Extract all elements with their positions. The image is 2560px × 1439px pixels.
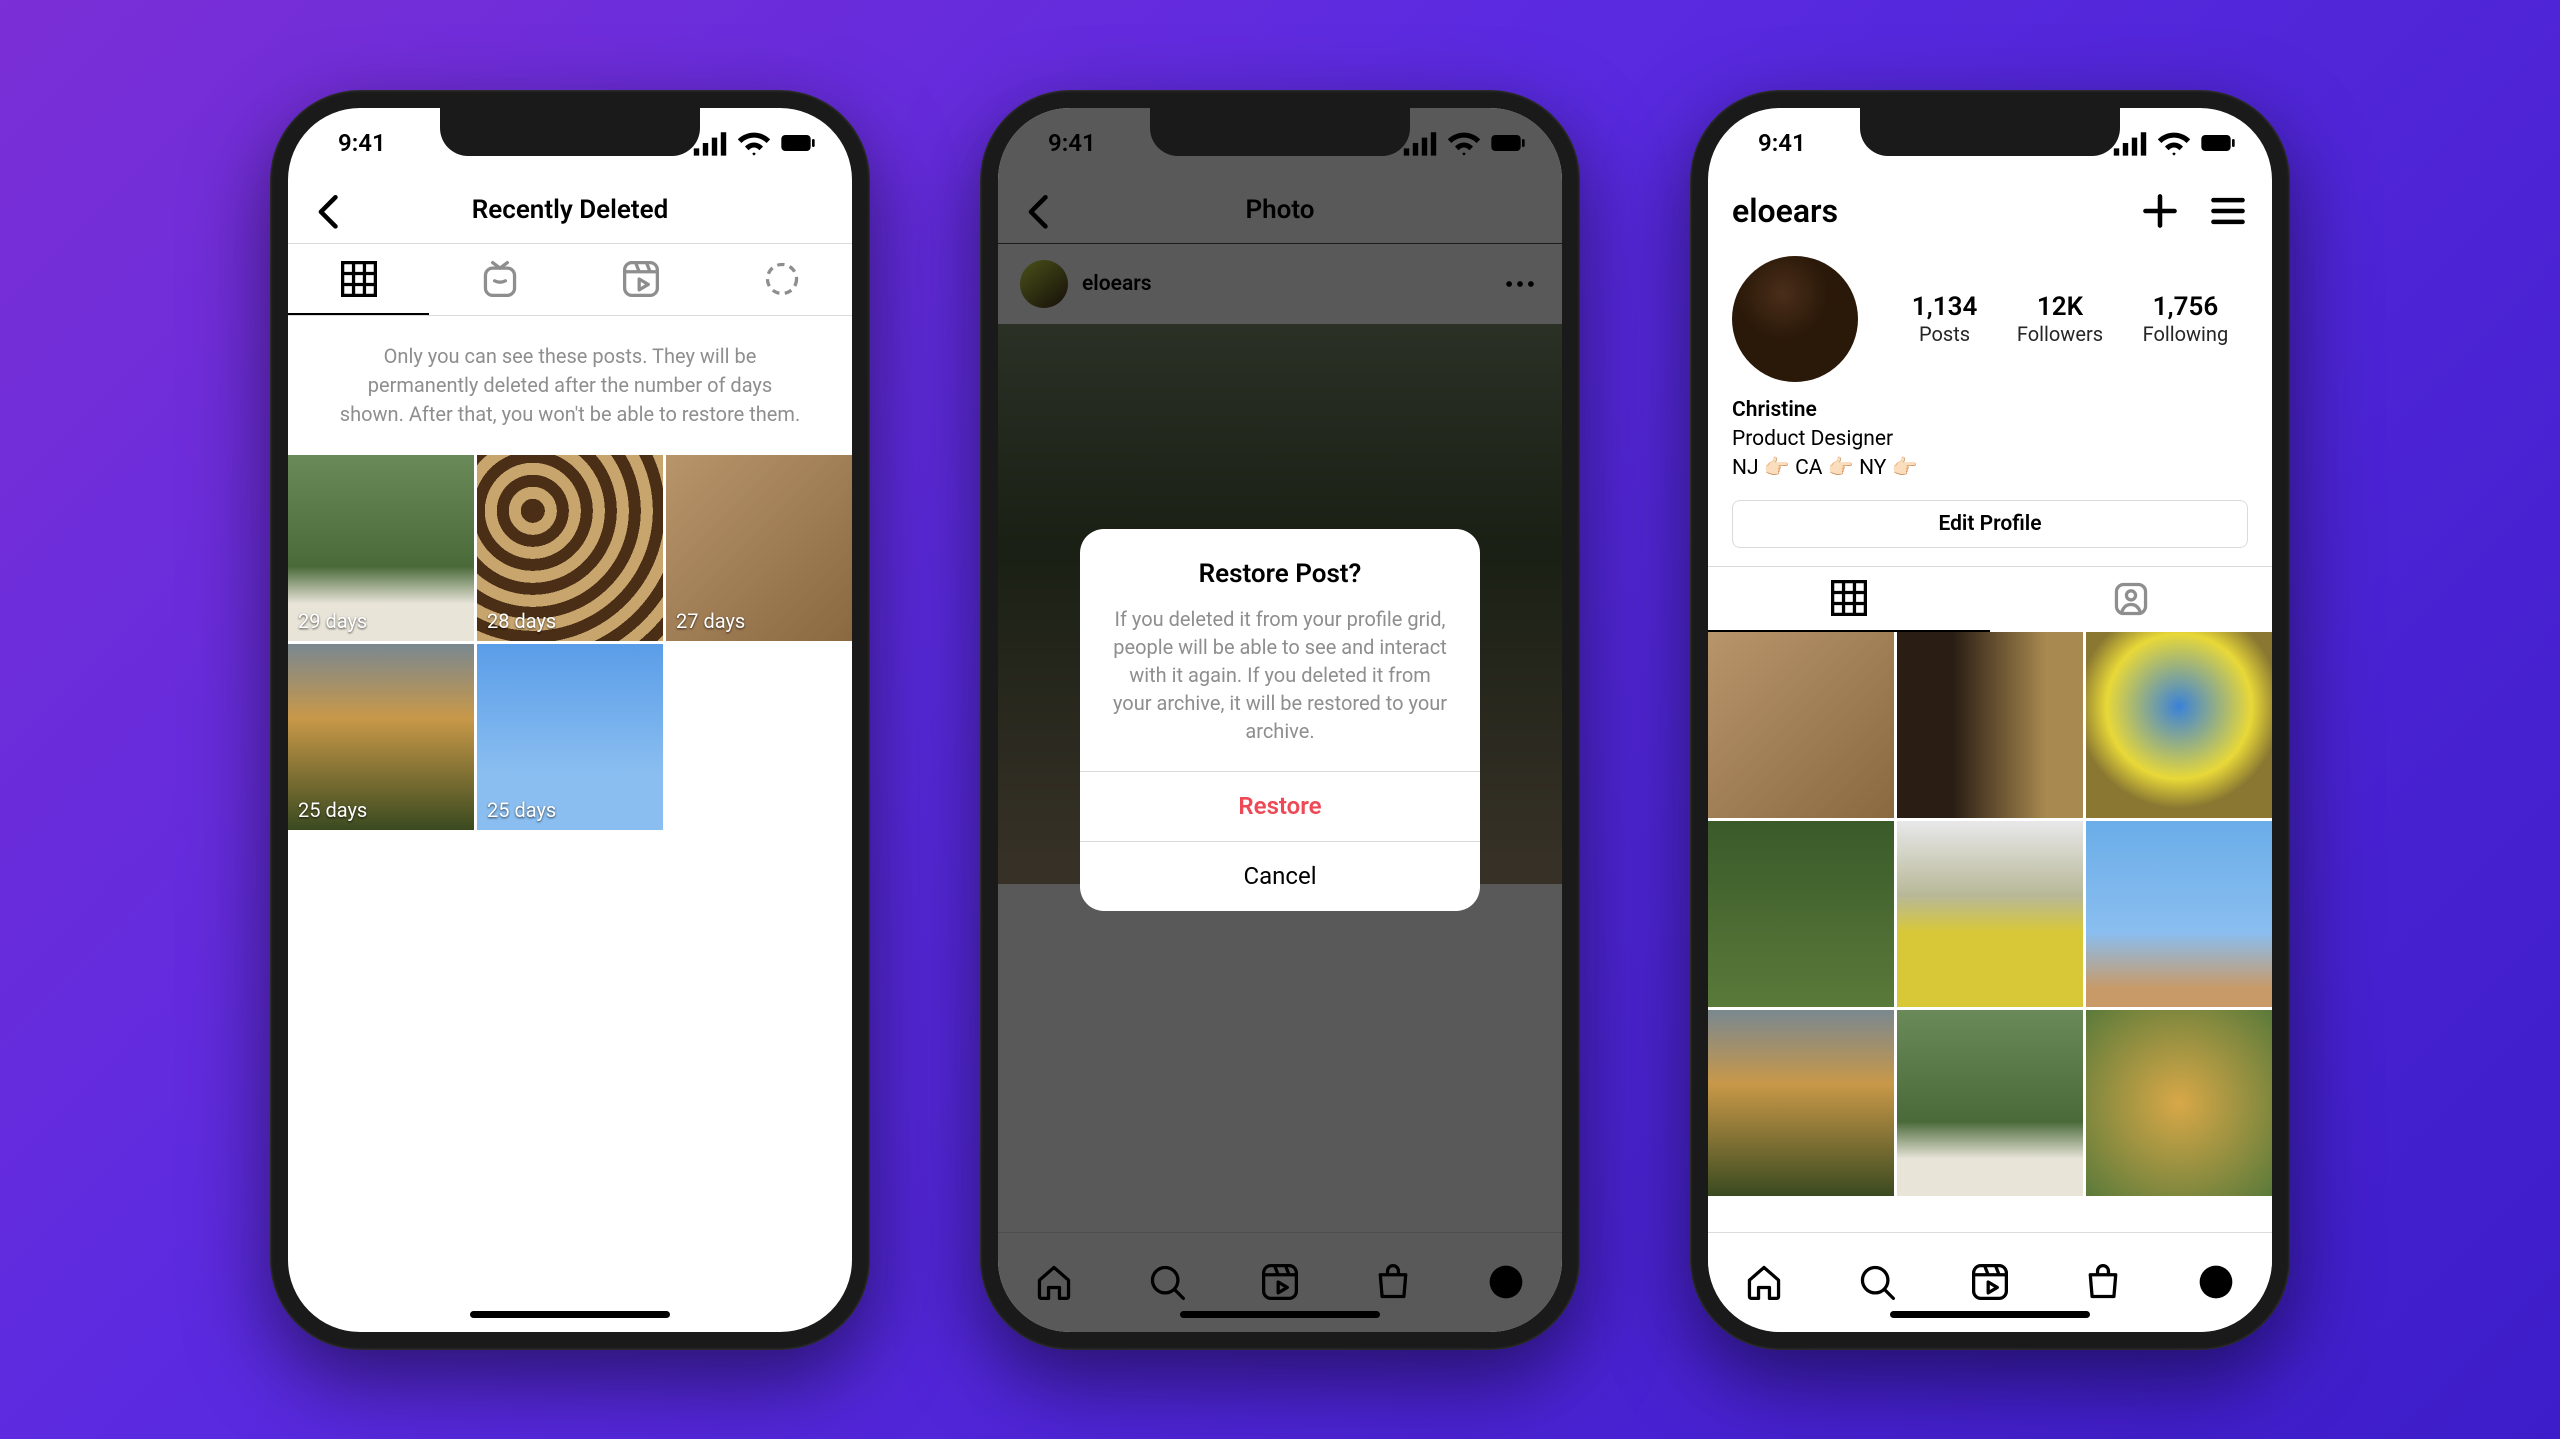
tagged-icon	[2111, 579, 2151, 619]
profile-header: eloears	[1708, 178, 2272, 244]
shop-icon	[2083, 1262, 2123, 1302]
wifi-icon	[736, 125, 772, 161]
grid-icon	[339, 259, 379, 299]
days-remaining: 25 days	[487, 798, 556, 822]
profile-username[interactable]: eloears	[1732, 192, 1838, 230]
tab-grid[interactable]	[288, 244, 429, 315]
deleted-item[interactable]: 25 days	[288, 644, 474, 830]
deleted-item[interactable]: 28 days	[477, 455, 663, 641]
reels-icon	[1970, 1262, 2010, 1302]
nav-profile[interactable]	[2196, 1262, 2236, 1302]
dialog-title: Restore Post?	[1080, 529, 1480, 605]
profile-grid	[1708, 632, 2272, 1196]
tab-posts-grid[interactable]	[1708, 567, 1990, 632]
post-thumbnail[interactable]	[1897, 1010, 2083, 1196]
wifi-icon	[2156, 125, 2192, 161]
nav-reels[interactable]	[1970, 1262, 2010, 1302]
tab-reels[interactable]	[570, 244, 711, 315]
profile-tabs	[1708, 566, 2272, 632]
igtv-icon	[480, 259, 520, 299]
phone-profile: 9:41 eloears 1,134 Posts 12K	[1690, 90, 2290, 1350]
bio-line: NJ 👉🏻 CA 👉🏻 NY 👉🏻	[1732, 454, 2248, 483]
tab-igtv[interactable]	[429, 244, 570, 315]
grid-icon	[1829, 578, 1869, 618]
post-thumbnail[interactable]	[1708, 821, 1894, 1007]
story-icon	[762, 259, 802, 299]
stat-value: 12K	[2017, 292, 2103, 322]
days-remaining: 29 days	[298, 609, 367, 633]
phone-restore-dialog: 9:41 Photo eloears	[980, 90, 1580, 1350]
post-thumbnail[interactable]	[2086, 1010, 2272, 1196]
tab-stories[interactable]	[711, 244, 852, 315]
create-button[interactable]	[2140, 191, 2180, 231]
phone-recently-deleted: 9:41 Recently Deleted Only you can see t…	[270, 90, 870, 1350]
dialog-body: If you deleted it from your profile grid…	[1080, 605, 1480, 771]
stat-following[interactable]: 1,756 Following	[2143, 292, 2229, 346]
stat-posts[interactable]: 1,134 Posts	[1912, 292, 1978, 346]
cancel-button[interactable]: Cancel	[1080, 841, 1480, 911]
nav-search[interactable]	[1857, 1262, 1897, 1302]
info-text: Only you can see these posts. They will …	[288, 316, 852, 455]
stat-label: Following	[2143, 322, 2229, 346]
search-icon	[1857, 1262, 1897, 1302]
profile-bio: Christine Product Designer NJ 👉🏻 CA 👉🏻 N…	[1708, 390, 2272, 500]
days-remaining: 25 days	[298, 798, 367, 822]
nav-header: Recently Deleted	[288, 178, 852, 244]
tab-tagged[interactable]	[1990, 567, 2272, 632]
edit-profile-button[interactable]: Edit Profile	[1732, 500, 2248, 548]
deleted-grid: 29 days 28 days 27 days 25 days 25 days	[288, 455, 852, 830]
restore-button[interactable]: Restore	[1080, 771, 1480, 841]
profile-icon	[2196, 1262, 2236, 1302]
post-thumbnail[interactable]	[2086, 632, 2272, 818]
stat-label: Posts	[1912, 322, 1978, 346]
days-remaining: 27 days	[676, 609, 745, 633]
status-time: 9:41	[338, 129, 386, 157]
dialog-scrim[interactable]: Restore Post? If you deleted it from you…	[998, 108, 1562, 1332]
stat-value: 1,756	[2143, 292, 2229, 322]
battery-icon	[2200, 125, 2236, 161]
deleted-item[interactable]: 27 days	[666, 455, 852, 641]
status-time: 9:41	[1758, 129, 1806, 157]
deleted-item[interactable]: 25 days	[477, 644, 663, 830]
menu-icon	[2208, 191, 2248, 231]
chevron-left-icon	[310, 190, 350, 230]
restore-dialog: Restore Post? If you deleted it from you…	[1080, 529, 1480, 911]
home-icon	[1744, 1262, 1784, 1302]
post-thumbnail[interactable]	[1708, 632, 1894, 818]
post-thumbnail[interactable]	[1897, 821, 2083, 1007]
stat-label: Followers	[2017, 322, 2103, 346]
stat-followers[interactable]: 12K Followers	[2017, 292, 2103, 346]
battery-icon	[780, 125, 816, 161]
bio-line: Product Designer	[1732, 425, 2248, 454]
nav-shop[interactable]	[2083, 1262, 2123, 1302]
menu-button[interactable]	[2208, 191, 2248, 231]
back-button[interactable]	[310, 190, 350, 230]
page-title: Recently Deleted	[472, 195, 668, 225]
nav-home[interactable]	[1744, 1262, 1784, 1302]
days-remaining: 28 days	[487, 609, 556, 633]
post-thumbnail[interactable]	[2086, 821, 2272, 1007]
deleted-item[interactable]: 29 days	[288, 455, 474, 641]
post-thumbnail[interactable]	[1708, 1010, 1894, 1196]
stat-value: 1,134	[1912, 292, 1978, 322]
reels-icon	[621, 259, 661, 299]
home-indicator[interactable]	[1890, 1311, 2090, 1318]
bio-name: Christine	[1732, 396, 2248, 425]
home-indicator[interactable]	[470, 1311, 670, 1318]
plus-icon	[2140, 191, 2180, 231]
content-type-tabs	[288, 244, 852, 316]
profile-avatar[interactable]	[1732, 256, 1858, 382]
post-thumbnail[interactable]	[1897, 632, 2083, 818]
